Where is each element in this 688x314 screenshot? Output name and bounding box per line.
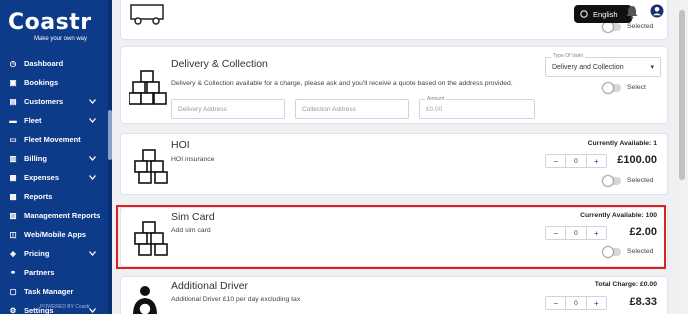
management-reports-icon: ▨	[9, 211, 17, 220]
sidebar-item-label: Fleet Movement	[24, 135, 81, 144]
plus-button[interactable]: +	[587, 297, 606, 309]
driver-title: Additional Driver	[171, 280, 249, 292]
logo-text: Coastr	[8, 10, 92, 35]
card-hoi: HOI HOI insurance Currently Available: 1…	[120, 133, 668, 195]
chevron-down-icon	[89, 173, 96, 182]
partners-icon: ⚭	[9, 268, 17, 277]
sidebar-item-partners[interactable]: ⚭ Partners	[0, 263, 108, 282]
sidebar-item-label: Bookings	[24, 78, 59, 87]
logo-tagline: Make your own way	[34, 36, 88, 42]
language-label: English	[593, 9, 618, 19]
hoi-price: £100.00	[617, 154, 657, 166]
delivery-toggle-label: Select	[627, 84, 646, 91]
settings-icon: ⚙	[9, 306, 17, 314]
pricing-icon: ◈	[10, 249, 16, 258]
page-scroll-thumb[interactable]	[679, 10, 685, 180]
delivery-toggle[interactable]	[603, 83, 621, 93]
sidebar-item-label: Pricing	[24, 249, 50, 258]
sidebar-item-web-mobile-apps[interactable]: ◫ Web/Mobile Apps	[0, 225, 108, 244]
expenses-icon: ▦	[9, 173, 17, 182]
sidebar-item-management-reports[interactable]: ▨ Management Reports	[0, 206, 108, 225]
sidebar-item-customers[interactable]: ▤ Customers	[0, 92, 108, 111]
driver-quantity-value[interactable]: 0	[565, 297, 587, 309]
valet-type-label: Type Of Valet	[551, 53, 585, 59]
hoi-description: HOI insurance	[171, 156, 215, 163]
hoi-quantity-value[interactable]: 0	[565, 155, 587, 167]
card-delivery-collection: Delivery & Collection Delivery & Collect…	[120, 46, 668, 124]
hoi-availability: Currently Available: 1	[587, 140, 657, 147]
driver-price: £8.33	[629, 296, 657, 308]
sidebar-item-label: Fleet	[24, 116, 42, 125]
sidebar-item-expenses[interactable]: ▦ Expenses	[0, 168, 108, 187]
top-card-toggle-label: Selected	[627, 23, 654, 30]
hoi-toggle[interactable]	[603, 176, 621, 186]
chevron-down-icon	[89, 116, 96, 125]
vehicle-icon	[130, 4, 164, 25]
chevron-down-icon	[89, 249, 96, 258]
sidebar-item-fleet[interactable]: ▬ Fleet	[0, 111, 108, 130]
sidebar-item-fleet-movement[interactable]: ▭ Fleet Movement	[0, 130, 108, 149]
sidebar-item-label: Billing	[24, 154, 47, 163]
minus-button[interactable]: −	[546, 155, 565, 167]
chevron-down-icon	[89, 97, 96, 106]
delivery-description: Delivery & Collection available for a ch…	[171, 80, 513, 87]
top-card-toggle[interactable]	[603, 22, 621, 32]
sidebar-item-label: Partners	[24, 268, 55, 277]
sidebar-nav: ◷ Dashboard ▣ Bookings ▤ Customers ▬ Fleet ▭ Flee…	[0, 54, 108, 314]
truck-icon: ▭	[9, 135, 17, 144]
hoi-title: HOI	[171, 139, 190, 151]
reports-icon: ▩	[9, 192, 17, 201]
amount-input[interactable]: £0.00	[419, 99, 535, 119]
car-icon: ▬	[9, 116, 17, 125]
sidebar-item-billing[interactable]: ▥ Billing	[0, 149, 108, 168]
dashboard-icon: ◷	[9, 59, 17, 68]
driver-total: Total Charge: £0.00	[594, 281, 657, 288]
sidebar-item-label: Customers	[24, 97, 64, 106]
sidebar-item-pricing[interactable]: ◈ Pricing	[0, 244, 108, 263]
boxes-icon	[129, 70, 167, 105]
billing-icon: ▥	[9, 154, 17, 163]
sidebar-item-label: Web/Mobile Apps	[24, 230, 87, 239]
customers-icon: ▤	[9, 97, 17, 106]
card-additional-driver: Additional Driver Additional Driver £10 …	[120, 276, 668, 314]
hoi-quantity-stepper[interactable]: − 0 +	[545, 154, 607, 168]
powered-by: POWERED BY Coastr	[40, 304, 90, 310]
driver-quantity-stepper[interactable]: − 0 +	[545, 296, 607, 310]
delivery-address-input[interactable]: Delivery Address	[171, 99, 285, 119]
valet-type-value: Delivery and Collection	[552, 64, 624, 71]
amount-label: Amount	[425, 96, 447, 102]
sidebar-item-label: Expenses	[24, 173, 60, 182]
sidebar-item-task-manager[interactable]: ▢ Task Manager	[0, 282, 108, 301]
sidebar-item-label: Management Reports	[24, 211, 101, 220]
driver-icon	[133, 286, 157, 314]
sidebar: Coastr Make your own way ◷ Dashboard ▣ Book…	[0, 0, 112, 314]
globe-icon	[580, 10, 588, 18]
sidebar-item-label: Reports	[24, 192, 53, 201]
plus-button[interactable]: +	[587, 155, 606, 167]
delivery-title: Delivery & Collection	[171, 58, 268, 70]
driver-description: Additional Driver £10 per day excluding …	[171, 296, 301, 303]
chevron-down-icon	[89, 154, 96, 163]
chevron-down-icon	[89, 306, 96, 314]
bookings-icon: ▣	[9, 78, 17, 87]
sidebar-item-reports[interactable]: ▩ Reports	[0, 187, 108, 206]
valet-type-select[interactable]: Delivery and Collection ▾	[545, 57, 661, 77]
sidebar-item-label: Dashboard	[24, 59, 64, 68]
bell-icon[interactable]	[626, 5, 638, 19]
user-avatar-icon[interactable]	[650, 4, 664, 18]
apps-icon: ◫	[9, 230, 17, 239]
sidebar-item-bookings[interactable]: ▣ Bookings	[0, 73, 108, 92]
collection-address-input[interactable]: Collection Address	[295, 99, 409, 119]
caret-down-icon: ▾	[650, 64, 654, 71]
language-button[interactable]: English	[574, 5, 632, 23]
coastr-logo[interactable]: Coastr Make your own way	[8, 10, 104, 46]
sidebar-item-dashboard[interactable]: ◷ Dashboard	[0, 54, 108, 73]
task-icon: ▢	[9, 287, 17, 296]
sim-card-highlight	[116, 205, 666, 269]
hoi-toggle-label: Selected	[627, 177, 654, 184]
boxes-icon	[134, 149, 168, 184]
minus-button[interactable]: −	[546, 297, 565, 309]
sidebar-item-label: Task Manager	[24, 287, 74, 296]
